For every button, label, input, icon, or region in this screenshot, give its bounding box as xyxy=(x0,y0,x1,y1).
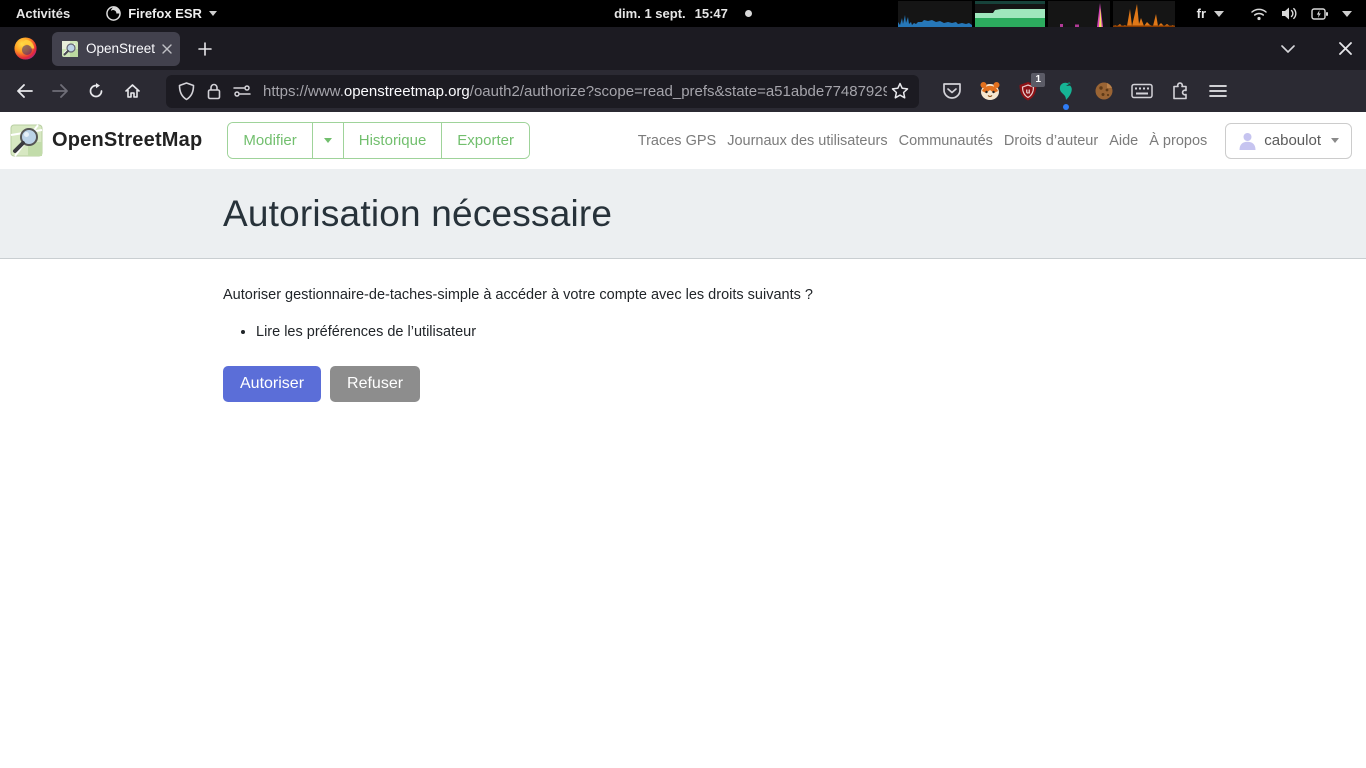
keyboard-layout-indicator[interactable]: fr xyxy=(1197,6,1224,21)
page-title: Autorisation nécessaire xyxy=(223,193,612,235)
authorization-body: Autoriser gestionnaire-de-taches-simple … xyxy=(0,259,1366,402)
url-text[interactable]: https://www.openstreetmap.org/oauth2/aut… xyxy=(263,83,887,100)
user-menu-button[interactable]: caboulot xyxy=(1225,123,1352,159)
chevron-down-icon xyxy=(209,11,217,16)
firefox-tab-bar: OpenStreetMap xyxy=(0,27,1366,70)
nav-link-communities[interactable]: Communautés xyxy=(899,133,993,149)
page-heading-strip: Autorisation nécessaire xyxy=(0,169,1366,259)
export-button[interactable]: Exporter xyxy=(442,123,529,158)
edit-dropdown-button[interactable] xyxy=(313,123,344,158)
chevron-down-icon xyxy=(1214,11,1224,17)
edit-button[interactable]: Modifier xyxy=(228,123,312,158)
chevron-down-icon xyxy=(324,138,332,143)
system-tray[interactable] xyxy=(1250,6,1366,21)
cookie-extension-icon[interactable] xyxy=(1093,80,1115,102)
firefox-mono-icon xyxy=(106,6,121,21)
svg-text:u: u xyxy=(1026,89,1030,96)
pocket-icon[interactable] xyxy=(941,80,963,102)
https-lock-icon[interactable] xyxy=(207,82,221,100)
keyboard-extension-icon[interactable] xyxy=(1131,80,1153,102)
osm-site-header: OpenStreetMap Modifier Historique Export… xyxy=(0,112,1366,169)
nav-link-gps-traces[interactable]: Traces GPS xyxy=(638,133,716,149)
nav-link-help[interactable]: Aide xyxy=(1109,133,1138,149)
tracking-protection-shield-icon[interactable] xyxy=(178,82,195,101)
teal-pin-extension-icon[interactable] xyxy=(1055,80,1077,102)
osm-nav-links: Traces GPS Journaux des utilisateurs Com… xyxy=(638,133,1208,149)
notification-blue-dot xyxy=(1063,104,1069,110)
site-permissions-icon[interactable] xyxy=(233,85,251,97)
ublock-badge: 1 xyxy=(1031,73,1045,87)
browser-tab-openstreetmap[interactable]: OpenStreetMap xyxy=(52,32,180,66)
notification-dot xyxy=(745,10,752,17)
tab-close-icon[interactable] xyxy=(162,44,172,54)
history-button[interactable]: Historique xyxy=(344,123,443,158)
tab-title: OpenStreetMap xyxy=(86,41,156,56)
list-all-tabs-chevron[interactable] xyxy=(1281,45,1295,53)
reload-button[interactable] xyxy=(80,75,112,107)
bookmark-star-icon[interactable] xyxy=(891,82,909,100)
avatar xyxy=(1238,131,1257,150)
firefox-nav-bar: https://www.openstreetmap.org/oauth2/aut… xyxy=(0,70,1366,112)
osm-brand-name: OpenStreetMap xyxy=(52,129,202,152)
home-button[interactable] xyxy=(116,75,148,107)
permission-item: Lire les préférences de l’utilisateur xyxy=(256,324,1366,340)
system-monitor-applet[interactable] xyxy=(898,0,1175,27)
battery-charging-icon xyxy=(1311,7,1329,21)
memory-graph xyxy=(975,1,1045,27)
username: caboulot xyxy=(1264,132,1321,149)
extensions-puzzle-icon[interactable] xyxy=(1169,80,1191,102)
osm-favicon xyxy=(62,41,78,57)
forward-button[interactable] xyxy=(44,75,76,107)
url-bar[interactable]: https://www.openstreetmap.org/oauth2/aut… xyxy=(166,75,919,108)
permissions-list: Lire les préférences de l’utilisateur xyxy=(256,324,1366,340)
back-button[interactable] xyxy=(8,75,40,107)
animal-extension-icon[interactable] xyxy=(979,80,1001,102)
firefox-logo-icon xyxy=(13,36,38,61)
hamburger-menu-icon[interactable] xyxy=(1207,80,1229,102)
wifi-icon xyxy=(1250,6,1268,21)
nav-link-about[interactable]: À propos xyxy=(1149,133,1207,149)
network-graph xyxy=(1113,1,1175,27)
app-menu-firefox[interactable]: Firefox ESR xyxy=(106,6,217,21)
deny-button[interactable]: Refuser xyxy=(330,366,420,402)
ublock-origin-icon[interactable]: u 1 xyxy=(1017,80,1039,102)
chevron-down-icon xyxy=(1342,11,1352,17)
nav-link-copyright[interactable]: Droits d’auteur xyxy=(1004,133,1098,149)
nav-link-user-diaries[interactable]: Journaux des utilisateurs xyxy=(727,133,887,149)
osm-brand[interactable]: OpenStreetMap xyxy=(10,124,202,157)
chevron-down-icon xyxy=(1331,138,1339,143)
new-tab-button[interactable] xyxy=(190,34,220,64)
osm-logo xyxy=(10,124,43,157)
gnome-top-bar: Activités Firefox ESR dim. 1 sept. 15:47 xyxy=(0,0,1366,27)
osm-map-buttons: Modifier Historique Exporter xyxy=(227,122,530,159)
authorization-question: Autoriser gestionnaire-de-taches-simple … xyxy=(223,287,1366,303)
authorize-button[interactable]: Autoriser xyxy=(223,366,321,402)
clock[interactable]: dim. 1 sept. 15:47 xyxy=(614,6,728,21)
window-close-icon[interactable] xyxy=(1339,42,1352,55)
activities-button[interactable]: Activités xyxy=(16,6,70,21)
cpu-graph xyxy=(898,1,972,27)
swap-graph xyxy=(1048,1,1110,27)
extension-toolbar: u 1 xyxy=(941,80,1229,102)
volume-icon xyxy=(1281,6,1298,21)
